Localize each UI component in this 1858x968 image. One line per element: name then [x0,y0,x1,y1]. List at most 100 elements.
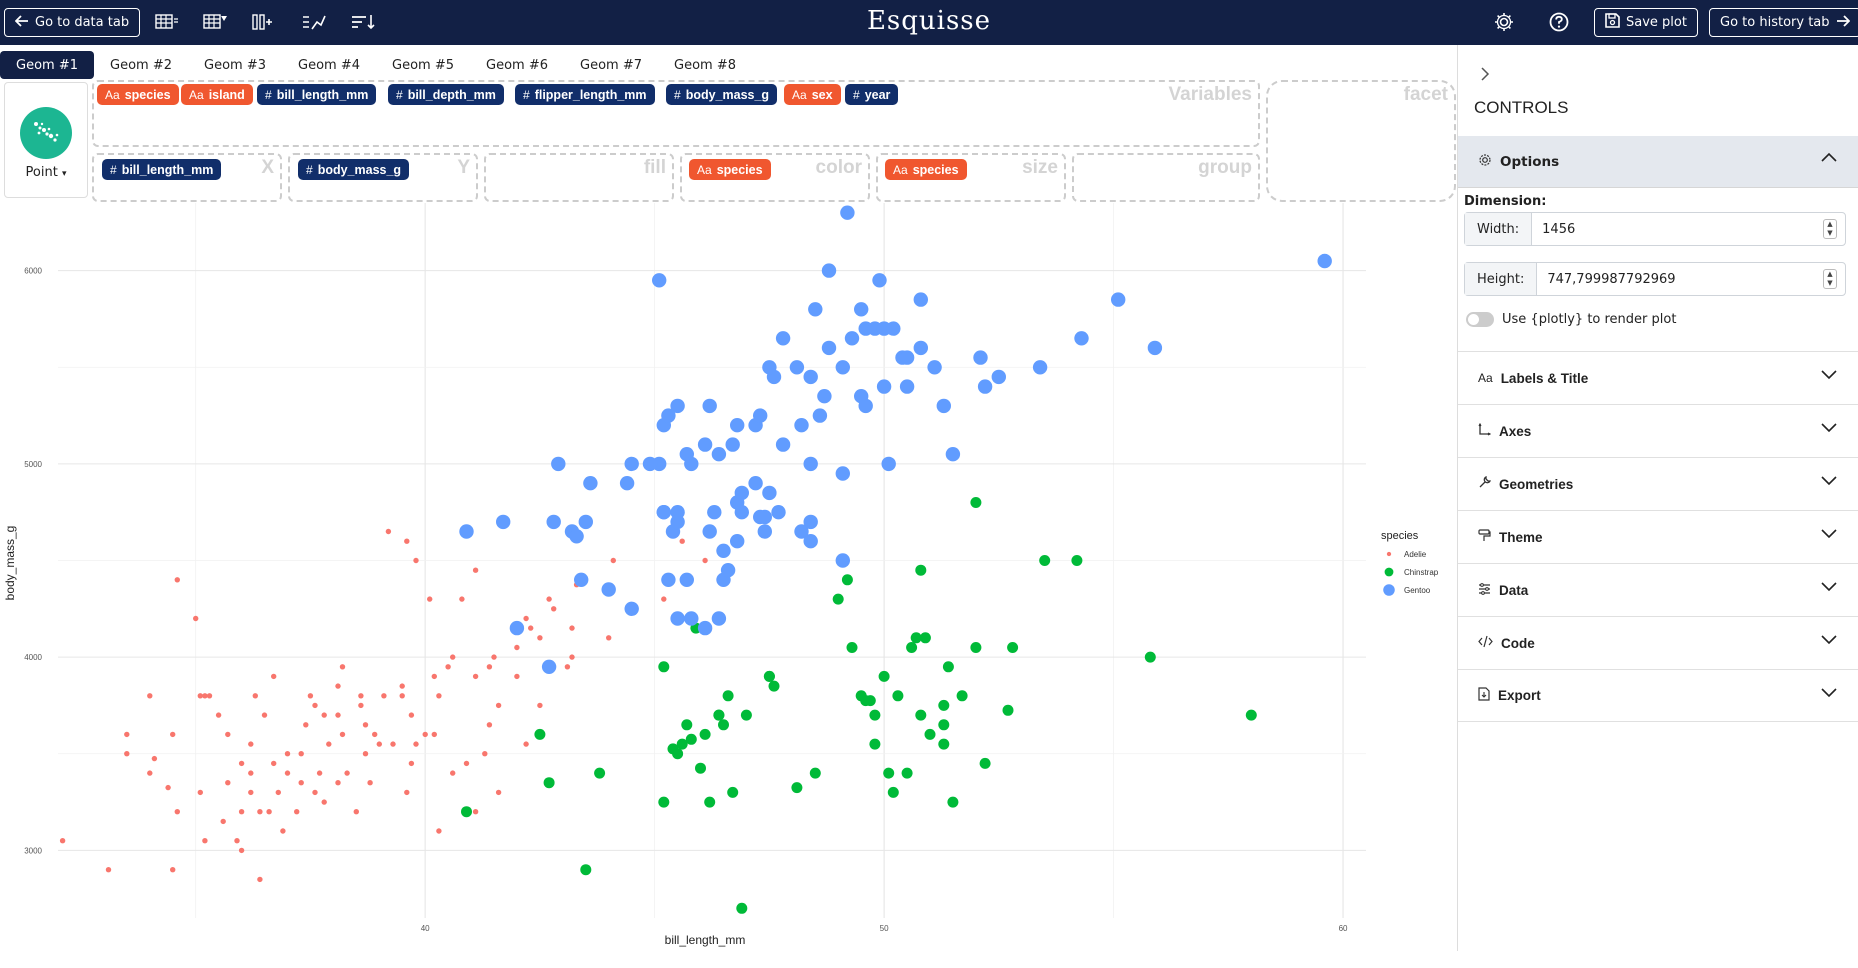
variable-badge-year[interactable]: # year [845,84,899,105]
data-point-chinstrap [681,719,693,731]
variable-badge-body-mass-g[interactable]: # body_mass_g [666,84,778,105]
width-spinner-icon[interactable]: ▲ ▼ [1823,219,1837,239]
plot-legend: species Adelie Chinstrap Gentoo [1381,530,1439,596]
data-point-chinstrap [1071,555,1083,566]
data-point-adelie [372,731,378,738]
fill-dropzone[interactable]: fill [484,153,674,202]
variable-badge-bill-depth-mm[interactable]: # bill_depth_mm [388,84,504,105]
data-point-gentoo [569,529,584,544]
data-point-chinstrap [901,767,913,779]
size-mapped-label: species [912,162,959,177]
tab-geom-7[interactable]: Geom #7 [564,51,658,79]
data-point-gentoo [771,505,786,520]
tab-geom-4[interactable]: Geom #4 [282,51,376,79]
chevron-up-icon [1821,150,1837,166]
x-tick-label: 50 [880,924,889,933]
data-point-gentoo [913,292,928,307]
data-point-chinstrap [718,719,729,731]
data-point-gentoo [546,514,561,530]
data-point-gentoo [762,485,777,501]
data-point-gentoo [551,456,566,472]
legend-key-gentoo [1383,584,1395,596]
data-point-gentoo [1147,340,1163,356]
reorder-factor-icon[interactable] [350,10,376,34]
size-mapped-badge[interactable]: Aa species [885,159,967,180]
toggle-switch[interactable] [1466,312,1494,327]
help-question-icon[interactable] [1546,10,1572,34]
data-point-adelie [124,751,130,757]
variable-badge-label: sex [811,87,833,102]
facet-dropzone-label: facet [1403,84,1448,105]
variable-badge-island[interactable]: Aa island [181,84,253,105]
tab-geom-8[interactable]: Geom #8 [658,51,752,79]
x-mapped-badge[interactable]: # bill_length_mm [102,159,222,180]
gear-icon [1478,153,1492,171]
tab-geom-3[interactable]: Geom #3 [188,51,282,79]
data-point-adelie [523,615,529,622]
go-to-history-tab-button[interactable]: Go to history tab [1709,8,1858,37]
tab-geom-1[interactable]: Geom #1 [0,51,94,79]
data-point-adelie [495,702,502,709]
facet-dropzone[interactable]: facet [1266,80,1456,202]
export-section[interactable]: Export [1458,669,1858,722]
group-dropzone[interactable]: group [1072,153,1260,202]
tab-geom-5[interactable]: Geom #5 [376,51,470,79]
color-mapped-badge[interactable]: Aa species [689,159,771,180]
variable-badge-label: island [208,87,245,102]
add-column-icon[interactable] [250,10,276,34]
tab-geom-2[interactable]: Geom #2 [94,51,188,79]
collapse-chevron-right-icon[interactable] [1480,67,1490,85]
code-section[interactable]: Code [1458,616,1858,669]
data-point-adelie [564,664,571,670]
data-point-adelie [105,867,112,873]
variable-badge-flipper-length-mm[interactable]: # flipper_length_mm [515,84,655,105]
data-point-chinstrap [883,767,895,779]
data-point-gentoo [775,331,791,346]
variable-badge-species[interactable]: Aa species [97,84,179,105]
height-input[interactable]: 747,799987792969 ▲ ▼ [1537,263,1845,295]
variable-badge-bill-length-mm[interactable]: # bill_length_mm [257,84,377,105]
data-point-gentoo [619,476,635,491]
geom-selector[interactable]: Point ▾ [4,82,88,198]
save-plot-button[interactable]: Save plot [1594,8,1698,37]
data-point-gentoo [496,514,511,530]
theme-section[interactable]: Theme [1458,510,1858,563]
data-point-adelie [238,760,245,767]
data-point-adelie [335,683,341,689]
data-point-adelie [335,780,341,786]
geometries-section[interactable]: Geometries [1458,457,1858,510]
data-table-icon[interactable] [154,10,180,34]
data-section[interactable]: Data [1458,563,1858,616]
y-mapped-badge[interactable]: # body_mass_g [298,159,410,180]
data-point-gentoo [697,437,713,452]
wrench-icon [1478,475,1492,492]
data-point-adelie [271,760,277,767]
cut-variable-icon[interactable] [301,10,327,34]
data-point-gentoo [872,273,887,288]
data-point-adelie [312,702,318,709]
data-point-adelie [537,702,543,709]
plotly-toggle[interactable]: Use {plotly} to render plot [1466,312,1676,327]
height-spinner-icon[interactable]: ▲ ▼ [1823,269,1837,289]
data-filter-icon[interactable] [202,10,228,34]
width-input[interactable]: 1456 ▲ ▼ [1532,213,1845,245]
go-to-data-tab-button[interactable]: Go to data tab [4,8,141,37]
options-section-header[interactable]: Options [1458,136,1858,188]
variable-badge-label: species [124,87,171,102]
tab-geom-6[interactable]: Geom #6 [470,51,564,79]
settings-gear-icon[interactable] [1491,10,1517,34]
data-point-adelie [280,828,286,834]
variable-badge-sex[interactable]: Aa sex [784,84,841,105]
data-point-adelie [472,809,479,815]
variable-badge-label: bill_depth_mm [407,87,496,102]
x-tick-label: 60 [1339,924,1348,933]
axes-section[interactable]: Axes [1458,404,1858,457]
data-point-adelie [238,809,245,815]
app-title: Esquisse [866,6,992,36]
labels-title-section[interactable]: Aa Labels & Title [1458,351,1858,404]
data-point-gentoo [973,350,988,365]
numeric-hash-icon: # [396,87,403,102]
data-point-adelie [528,625,534,631]
group-dropzone-label: group [1198,157,1252,178]
data-point-gentoo [927,360,942,375]
